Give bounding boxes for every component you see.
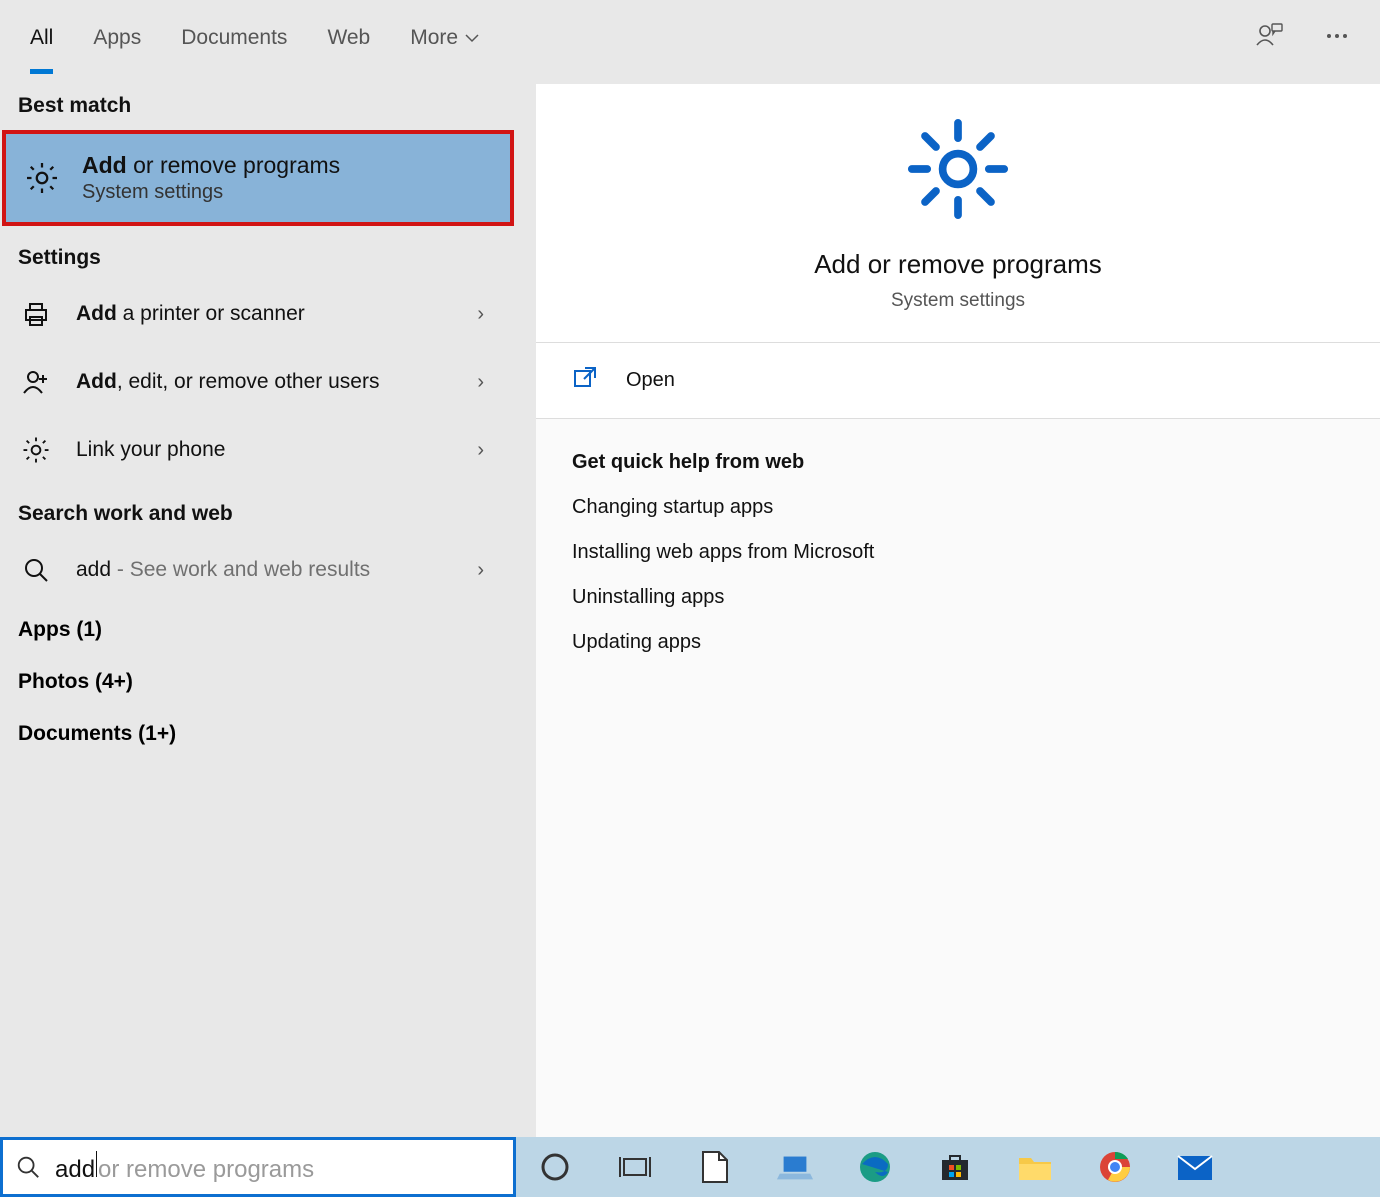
help-link-update[interactable]: Updating apps <box>572 631 1344 654</box>
preview-subtitle: System settings <box>556 290 1360 312</box>
category-documents[interactable]: Documents (1+) <box>0 708 516 760</box>
help-heading: Get quick help from web <box>572 451 1344 474</box>
tab-all[interactable]: All <box>30 2 53 74</box>
tab-more[interactable]: More <box>410 2 480 74</box>
category-photos[interactable]: Photos (4+) <box>0 656 516 708</box>
file-explorer-icon[interactable] <box>1016 1148 1054 1186</box>
search-input[interactable]: add or remove programs <box>55 1151 314 1184</box>
printer-icon <box>18 296 54 332</box>
tab-apps[interactable]: Apps <box>93 2 141 74</box>
search-box[interactable]: add or remove programs <box>0 1137 516 1197</box>
preview-panel: Add or remove programs System settings O… <box>516 76 1380 1137</box>
laptop-icon[interactable] <box>776 1148 814 1186</box>
tab-web[interactable]: Web <box>327 2 370 74</box>
search-icon <box>15 1154 41 1180</box>
help-section: Get quick help from web Changing startup… <box>536 419 1380 1137</box>
header-actions <box>1254 21 1350 56</box>
web-search-result[interactable]: add - See work and web results › <box>0 536 516 604</box>
category-apps[interactable]: Apps (1) <box>0 604 516 656</box>
main-area: Best match Add or remove programs System… <box>0 76 1380 1137</box>
help-link-uninstall[interactable]: Uninstalling apps <box>572 586 1344 609</box>
results-panel: Best match Add or remove programs System… <box>0 76 516 1137</box>
help-link-install[interactable]: Installing web apps from Microsoft <box>572 541 1344 564</box>
search-header: All Apps Documents Web More <box>0 0 1380 76</box>
chrome-icon[interactable] <box>1096 1148 1134 1186</box>
help-link-startup[interactable]: Changing startup apps <box>572 496 1344 519</box>
tab-documents[interactable]: Documents <box>181 2 287 74</box>
task-view-icon[interactable] <box>616 1148 654 1186</box>
taskbar <box>516 1137 1380 1197</box>
best-match-title-rest: or remove programs <box>127 152 340 178</box>
chevron-down-icon <box>464 30 480 46</box>
preview-header: Add or remove programs System settings <box>536 84 1380 343</box>
open-icon <box>572 365 598 396</box>
open-label: Open <box>626 369 675 392</box>
setting-add-printer[interactable]: Add a printer or scanner › <box>0 280 516 348</box>
gear-icon <box>556 114 1360 229</box>
open-action[interactable]: Open <box>536 343 1380 419</box>
store-icon[interactable] <box>936 1148 974 1186</box>
user-add-icon <box>18 364 54 400</box>
search-suggestion: or remove programs <box>98 1156 314 1184</box>
bottom-bar: add or remove programs <box>0 1137 1380 1197</box>
libreoffice-icon[interactable] <box>696 1148 734 1186</box>
chevron-right-icon: › <box>463 371 498 394</box>
text-cursor <box>96 1151 97 1177</box>
gear-icon <box>24 160 60 196</box>
tab-more-label: More <box>410 26 458 50</box>
chevron-right-icon: › <box>463 559 498 582</box>
preview-title: Add or remove programs <box>556 249 1360 280</box>
more-options-icon[interactable] <box>1324 23 1350 54</box>
feedback-icon[interactable] <box>1254 21 1284 56</box>
chevron-right-icon: › <box>463 303 498 326</box>
setting-add-users[interactable]: Add, edit, or remove other users › <box>0 348 516 416</box>
search-typed-text: add <box>55 1156 95 1184</box>
chevron-right-icon: › <box>463 439 498 462</box>
best-match-subtitle: System settings <box>82 181 492 204</box>
best-match-title-bold: Add <box>82 152 127 178</box>
cortana-icon[interactable] <box>536 1148 574 1186</box>
search-icon <box>18 552 54 588</box>
mail-icon[interactable] <box>1176 1148 1214 1186</box>
edge-icon[interactable] <box>856 1148 894 1186</box>
filter-tabs: All Apps Documents Web More <box>30 2 480 74</box>
best-match-text: Add or remove programs System settings <box>82 152 492 204</box>
web-search-header: Search work and web <box>0 484 516 536</box>
best-match-header: Best match <box>0 76 516 128</box>
gear-icon <box>18 432 54 468</box>
settings-header: Settings <box>0 228 516 280</box>
best-match-result[interactable]: Add or remove programs System settings <box>2 130 514 226</box>
setting-link-phone[interactable]: Link your phone › <box>0 416 516 484</box>
